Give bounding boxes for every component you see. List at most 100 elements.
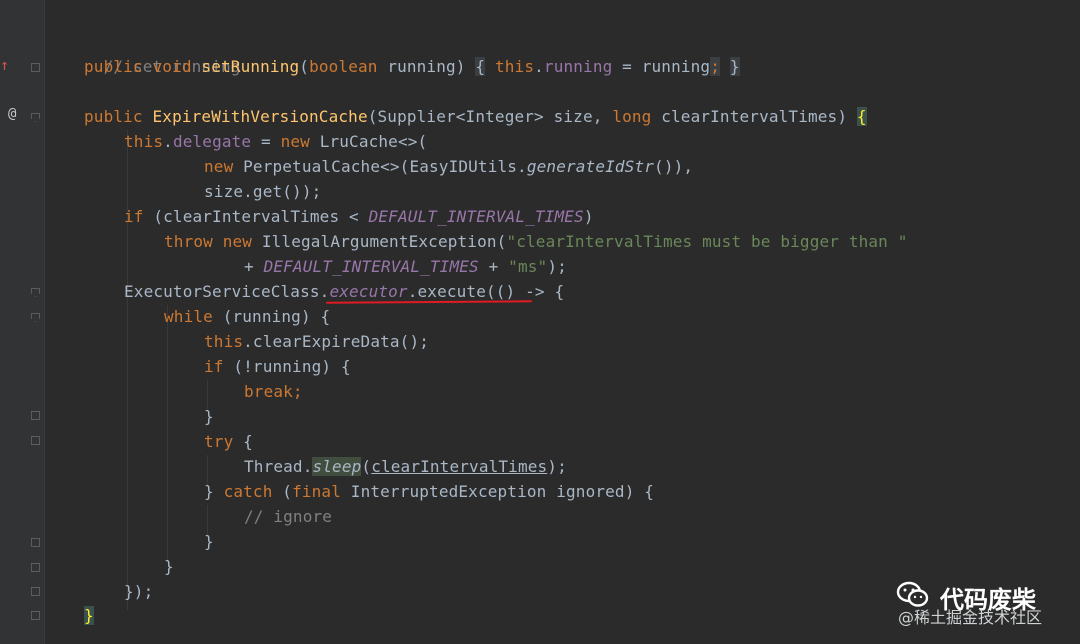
code-token: (running) { (212, 307, 331, 326)
keyword: throw (164, 232, 213, 251)
code-line: } catch (final InterruptedException igno… (204, 479, 654, 504)
keyword: if (124, 207, 144, 226)
code-token: } (204, 482, 224, 501)
code-line: } (164, 554, 174, 579)
code-token: } (164, 557, 174, 576)
fold-marker-icon[interactable] (31, 563, 40, 572)
code-token: ()), (654, 157, 694, 176)
code-token: + (244, 257, 264, 276)
code-token: size.get()); (204, 182, 322, 201)
keyword: this (124, 132, 164, 151)
keyword: boolean (309, 57, 378, 76)
code-line: if (!running) { (204, 354, 351, 379)
code-token: (Supplier<Integer> size, (367, 107, 613, 126)
code-line: break; (244, 379, 303, 404)
code-token: = running (612, 57, 711, 76)
comment: // ignore (244, 507, 333, 526)
fold-marker-icon[interactable] (31, 611, 40, 620)
code-token: running) (377, 57, 476, 76)
static-method: generateIdStr (526, 157, 655, 176)
code-line: this.clearExpireData(); (204, 329, 429, 354)
code-token: (clearIntervalTimes < (143, 207, 369, 226)
constant: DEFAULT_INTERVAL_TIMES (263, 257, 479, 276)
code-line: }); (124, 579, 153, 604)
code-token: + (478, 257, 509, 276)
string-literal: "ms" (508, 257, 548, 276)
editor-gutter (0, 0, 44, 644)
override-icon[interactable]: @ (8, 106, 16, 122)
keyword: new (280, 132, 310, 151)
code-line: if (clearIntervalTimes < DEFAULT_INTERVA… (124, 204, 594, 229)
fold-marker-icon[interactable] (31, 436, 40, 445)
keyword: try (204, 432, 234, 451)
static-method: sleep (312, 457, 362, 476)
argument: clearIntervalTimes (371, 457, 548, 476)
code-token: } (204, 407, 214, 426)
code-token: { (233, 432, 253, 451)
code-token: ); (547, 457, 567, 476)
folded-brace[interactable]: } (729, 57, 740, 76)
indent-guide (127, 130, 128, 610)
code-line: size.get()); (204, 179, 321, 204)
code-token: .clearExpireData(); (243, 332, 430, 351)
keyword: long (612, 107, 652, 126)
code-line: while (running) { (164, 304, 330, 329)
constructor-name: ExpireWithVersionCache (152, 107, 368, 126)
code-token: ExecutorServiceClass. (124, 282, 330, 301)
code-line: } (84, 603, 94, 628)
watermark-source: @稀土掘金技术社区 (898, 608, 1043, 627)
code-token: IllegalArgumentException( (252, 232, 507, 251)
keyword: this (494, 57, 535, 76)
fold-marker-icon[interactable] (31, 538, 40, 547)
keyword: break; (244, 382, 303, 401)
code-token: ) (583, 207, 594, 226)
code-line: public ExpireWithVersionCache(Supplier<I… (84, 104, 867, 129)
code-token: ( (272, 482, 293, 501)
code-line: new PerpetualCache<>(EasyIDUtils.generat… (204, 154, 693, 179)
keyword: public (84, 107, 143, 126)
code-token: clearIntervalTimes) (651, 107, 857, 126)
code-token: . (163, 132, 173, 151)
code-token: . (534, 57, 544, 76)
code-token: } (204, 532, 214, 551)
fold-marker-icon[interactable] (31, 411, 40, 420)
field: running (543, 57, 613, 76)
keyword: public (84, 57, 143, 76)
keyword: void (152, 57, 192, 76)
keyword: final (292, 482, 341, 501)
folded-brace[interactable]: { (475, 57, 486, 76)
semicolon: ; (710, 57, 721, 76)
code-token: ( (299, 57, 310, 76)
code-token: (!running) { (223, 357, 351, 376)
code-line: + DEFAULT_INTERVAL_TIMES + "ms"); (244, 254, 567, 279)
matched-brace: } (84, 606, 94, 625)
fold-marker-icon[interactable] (31, 63, 40, 72)
keyword: catch (223, 482, 273, 501)
code-line: this.delegate = new LruCache<>( (124, 129, 427, 154)
matched-brace: { (856, 107, 867, 126)
keyword: if (204, 357, 224, 376)
constant: DEFAULT_INTERVAL_TIMES (368, 207, 584, 226)
code-line: public void setRunning(boolean running) … (84, 54, 740, 79)
code-line: Thread.sleep(clearIntervalTimes); (244, 454, 567, 479)
keyword: new (204, 157, 234, 176)
string-literal: "clearIntervalTimes must be bigger than … (506, 232, 908, 251)
keyword: while (164, 307, 213, 326)
code-token: .execute(() -> { (407, 282, 565, 301)
code-token: ( (361, 457, 372, 476)
code-line: try { (204, 429, 253, 454)
code-line: } (204, 404, 214, 429)
code-token: ); (547, 257, 567, 276)
code-token: InterruptedException ignored) { (341, 482, 655, 501)
breakpoint-arrow-icon[interactable]: ↑ (0, 56, 9, 74)
code-token: PerpetualCache<>(EasyIDUtils. (233, 157, 527, 176)
code-token: Thread. (244, 457, 313, 476)
code-token: }); (124, 582, 154, 601)
static-field: executor (329, 282, 408, 301)
code-line: } (204, 529, 214, 554)
code-token: = (251, 132, 281, 151)
fold-marker-icon[interactable] (31, 587, 40, 596)
indent-guide (167, 305, 168, 563)
code-line: // ignore (244, 504, 332, 529)
code-token: LruCache<>( (309, 132, 428, 151)
